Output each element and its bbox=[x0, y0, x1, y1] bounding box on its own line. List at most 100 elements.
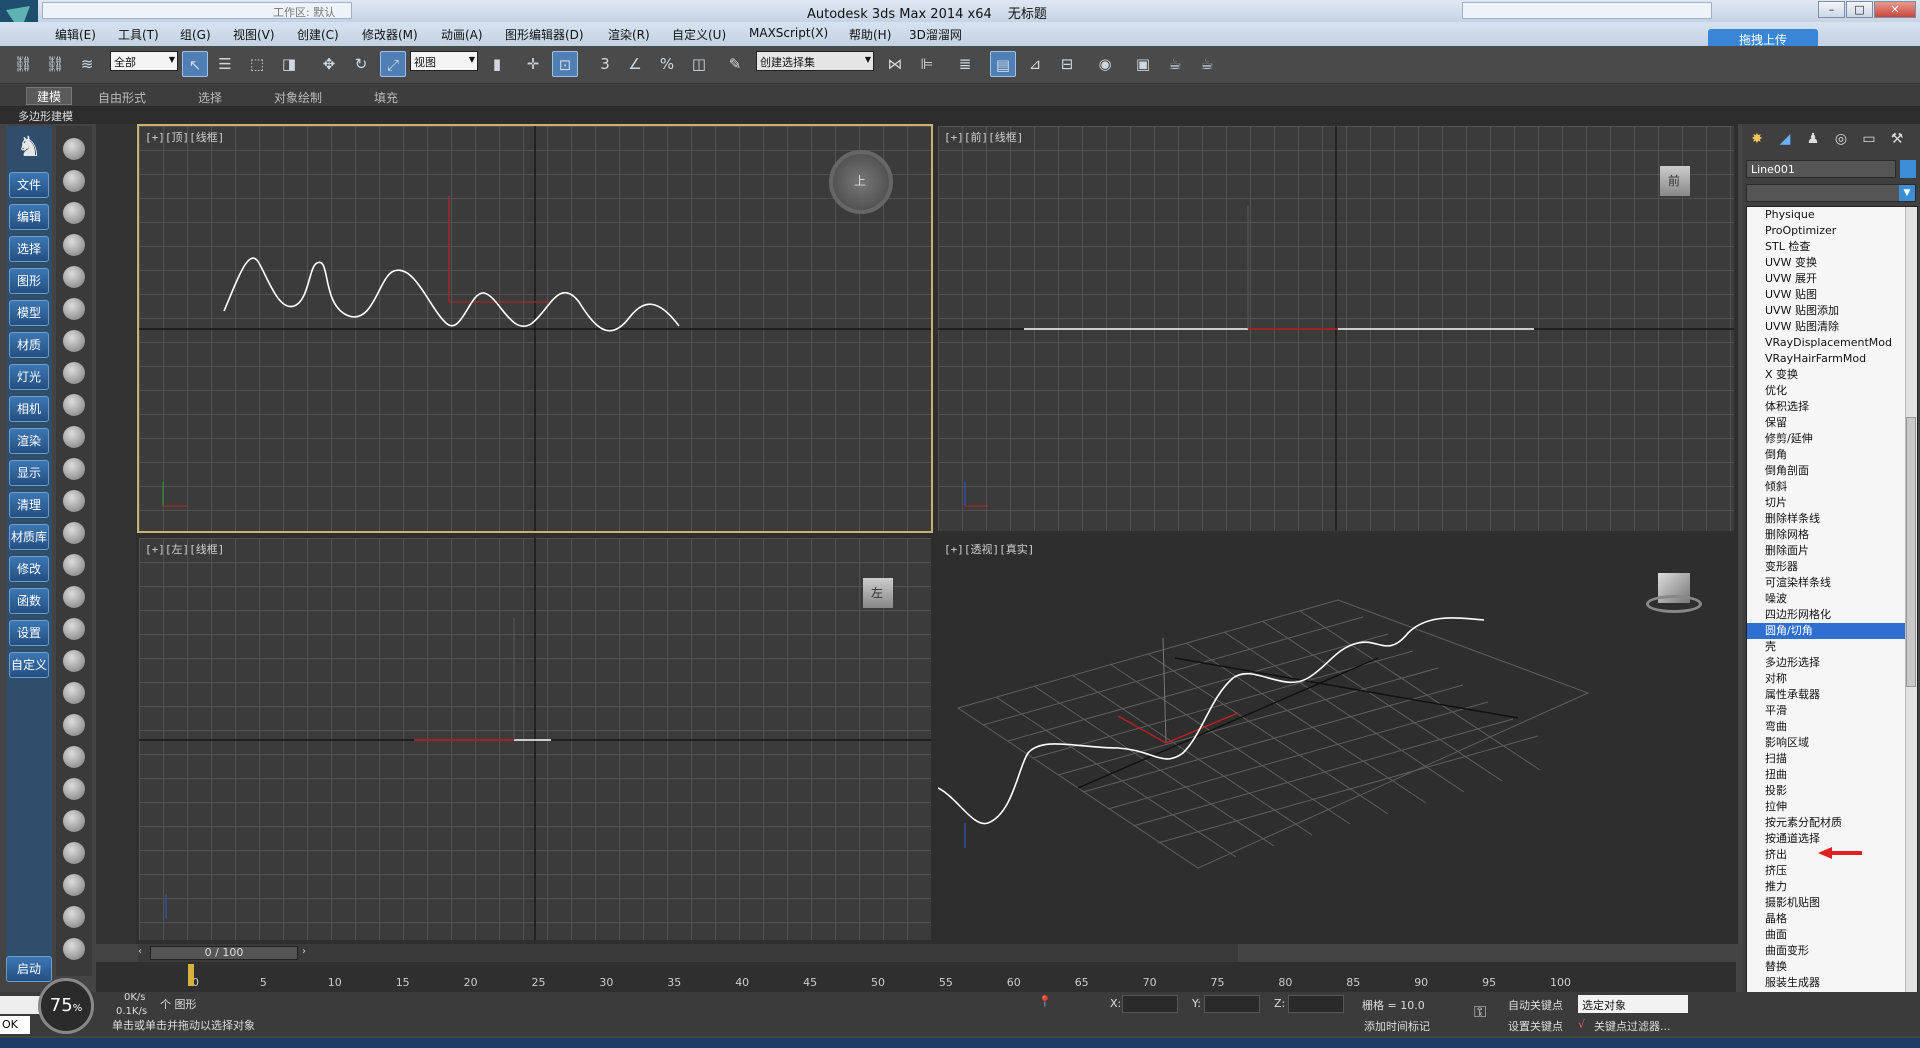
schematic-view-icon[interactable]: ⊟ bbox=[1054, 51, 1080, 77]
modifier-list[interactable]: Physique ProOptimizer STL 检查 UVW 变换 UVW 展开 UV… bbox=[1746, 206, 1918, 1006]
track-bar[interactable]: 0 5 10 15 20 25 30 35 40 45 50 55 60 65 70 75 80 85 90 95 10… bbox=[96, 962, 1736, 992]
modifier-item[interactable]: UVW 贴图清除 bbox=[1747, 319, 1917, 335]
menu-item-9[interactable]: 自定义(U) bbox=[672, 26, 726, 43]
maximize-button[interactable]: □ bbox=[1846, 1, 1873, 18]
leftnav-button-11[interactable]: 材质库 bbox=[9, 524, 49, 550]
select-by-name-icon[interactable]: ☰ bbox=[212, 51, 238, 77]
tool-icon-8[interactable] bbox=[63, 394, 85, 416]
leftnav-button-4[interactable]: 模型 bbox=[9, 300, 49, 326]
hierarchy-tab-icon[interactable]: ♟ bbox=[1802, 128, 1824, 150]
modifier-item[interactable]: 挤压 bbox=[1747, 863, 1917, 879]
mirror-icon[interactable]: ⋈ bbox=[882, 51, 908, 77]
viewport-front[interactable]: [+][前][线框] 前 bbox=[938, 126, 1734, 531]
modifier-item[interactable]: UVW 变换 bbox=[1747, 255, 1917, 271]
create-tab-icon[interactable]: ✸ bbox=[1746, 128, 1768, 150]
modifier-item[interactable]: 按元素分配材质 bbox=[1747, 815, 1917, 831]
tool-icon-16[interactable] bbox=[63, 650, 85, 672]
object-color-swatch[interactable] bbox=[1900, 160, 1916, 178]
keyboard-shortcut-override-icon[interactable]: ⊡ bbox=[552, 51, 578, 77]
ribbon-tab-4[interactable]: 填充 bbox=[374, 89, 398, 106]
modifier-item[interactable]: 优化 bbox=[1747, 383, 1917, 399]
modifier-item[interactable]: 弯曲 bbox=[1747, 719, 1917, 735]
tool-icon-15[interactable] bbox=[63, 618, 85, 640]
material-editor-icon[interactable]: ◉ bbox=[1092, 51, 1118, 77]
scale-icon[interactable]: ⤢ bbox=[380, 51, 406, 77]
modifier-item[interactable]: 修剪/延伸 bbox=[1747, 431, 1917, 447]
key-mode-select[interactable]: 选定对象 bbox=[1578, 995, 1688, 1013]
modifier-item[interactable]: 删除样条线 bbox=[1747, 511, 1917, 527]
manipulate-icon[interactable]: ✛ bbox=[520, 51, 546, 77]
modifier-list-dropdown[interactable] bbox=[1746, 184, 1916, 202]
modifier-list-scrollbar[interactable] bbox=[1905, 207, 1917, 1005]
graphite-toggle-icon[interactable]: ▤ bbox=[990, 51, 1016, 77]
tool-icon-6[interactable] bbox=[63, 330, 85, 352]
tool-icon-21[interactable] bbox=[63, 810, 85, 832]
modifier-item[interactable]: 曲面 bbox=[1747, 927, 1917, 943]
modifier-item[interactable]: 扫描 bbox=[1747, 751, 1917, 767]
viewcube-left[interactable]: 左 bbox=[863, 578, 893, 608]
tool-icon-20[interactable] bbox=[63, 778, 85, 800]
menu-item-10[interactable]: MAXScript(X) bbox=[749, 26, 828, 40]
modifier-item[interactable]: 多边形选择 bbox=[1747, 655, 1917, 671]
modifier-item[interactable]: 平滑 bbox=[1747, 703, 1917, 719]
leftnav-button-13[interactable]: 函数 bbox=[9, 588, 49, 614]
modifier-item[interactable]: 变形器 bbox=[1747, 559, 1917, 575]
viewport-perspective[interactable]: [+][透视][真实] bbox=[938, 538, 1734, 940]
modifier-item[interactable]: UVW 贴图 bbox=[1747, 287, 1917, 303]
tool-icon-25[interactable] bbox=[63, 938, 85, 960]
time-next-arrow[interactable]: › bbox=[302, 946, 314, 960]
menu-item-8[interactable]: 渲染(R) bbox=[608, 26, 650, 43]
x-coord-field[interactable] bbox=[1122, 995, 1178, 1013]
quick-access-toolbar[interactable]: 工作区: 默认 bbox=[42, 2, 352, 19]
align-icon[interactable]: ⊫ bbox=[914, 51, 940, 77]
modifier-item[interactable]: 曲面变形 bbox=[1747, 943, 1917, 959]
ribbon-tab-0[interactable]: 建模 bbox=[26, 87, 73, 105]
leftnav-button-10[interactable]: 清理 bbox=[9, 492, 49, 518]
scrollbar-thumb[interactable] bbox=[1906, 417, 1916, 687]
tool-icon-11[interactable] bbox=[63, 490, 85, 512]
viewport-left[interactable]: [+][左][线框] 左 bbox=[139, 538, 931, 940]
menu-item-6[interactable]: 动画(A) bbox=[441, 26, 483, 43]
tool-icon-23[interactable] bbox=[63, 874, 85, 896]
rendered-frame-icon[interactable]: ☕ bbox=[1162, 51, 1188, 77]
set-key-button[interactable]: 设置关键点 bbox=[1508, 1018, 1563, 1034]
link-icon[interactable]: ⛓ bbox=[10, 51, 36, 77]
start-button[interactable]: 启动 bbox=[6, 956, 52, 982]
search-box[interactable] bbox=[1462, 2, 1712, 19]
modifier-item[interactable]: 属性承载器 bbox=[1747, 687, 1917, 703]
tool-icon-17[interactable] bbox=[63, 682, 85, 704]
menu-item-3[interactable]: 视图(V) bbox=[233, 26, 275, 43]
spinner-snap-icon[interactable]: ◫ bbox=[686, 51, 712, 77]
tool-icon-4[interactable] bbox=[63, 266, 85, 288]
modifier-item[interactable]: UVW 展开 bbox=[1747, 271, 1917, 287]
render-production-icon[interactable]: ☕ bbox=[1194, 51, 1220, 77]
display-tab-icon[interactable]: ▭ bbox=[1858, 128, 1880, 150]
modifier-item[interactable]: 切片 bbox=[1747, 495, 1917, 511]
modifier-item[interactable]: 晶格 bbox=[1747, 911, 1917, 927]
leftnav-button-3[interactable]: 图形 bbox=[9, 268, 49, 294]
modifier-item[interactable]: 可渲染样条线 bbox=[1747, 575, 1917, 591]
leftnav-button-6[interactable]: 灯光 bbox=[9, 364, 49, 390]
tool-icon-7[interactable] bbox=[63, 362, 85, 384]
set-key-icon[interactable]: ⚿ bbox=[1474, 1002, 1486, 1022]
modifier-item[interactable]: VRayHairFarmMod bbox=[1747, 351, 1917, 367]
ribbon-tab-3[interactable]: 对象绘制 bbox=[274, 89, 322, 106]
time-slider[interactable]: 0 / 100 bbox=[150, 946, 298, 960]
motion-tab-icon[interactable]: ◎ bbox=[1830, 128, 1852, 150]
modifier-item[interactable]: 倒角 bbox=[1747, 447, 1917, 463]
auto-key-button[interactable]: 自动关键点 bbox=[1508, 997, 1563, 1013]
pivot-center-icon[interactable]: ▮ bbox=[484, 51, 510, 77]
modifier-item[interactable]: 圆角/切角 bbox=[1747, 623, 1917, 639]
modifier-item[interactable]: 四边形网格化 bbox=[1747, 607, 1917, 623]
modifier-item[interactable]: 投影 bbox=[1747, 783, 1917, 799]
leftnav-button-8[interactable]: 渲染 bbox=[9, 428, 49, 454]
menu-item-12[interactable]: 3D溜溜网 bbox=[909, 26, 962, 43]
modifier-item[interactable]: 保留 bbox=[1747, 415, 1917, 431]
tool-icon-13[interactable] bbox=[63, 554, 85, 576]
menu-item-7[interactable]: 图形编辑器(D) bbox=[505, 26, 584, 43]
ribbon-tab-2[interactable]: 选择 bbox=[198, 89, 222, 106]
modifier-item[interactable]: 扭曲 bbox=[1747, 767, 1917, 783]
tool-icon-10[interactable] bbox=[63, 458, 85, 480]
menu-item-5[interactable]: 修改器(M) bbox=[362, 26, 418, 43]
tool-icon-22[interactable] bbox=[63, 842, 85, 864]
